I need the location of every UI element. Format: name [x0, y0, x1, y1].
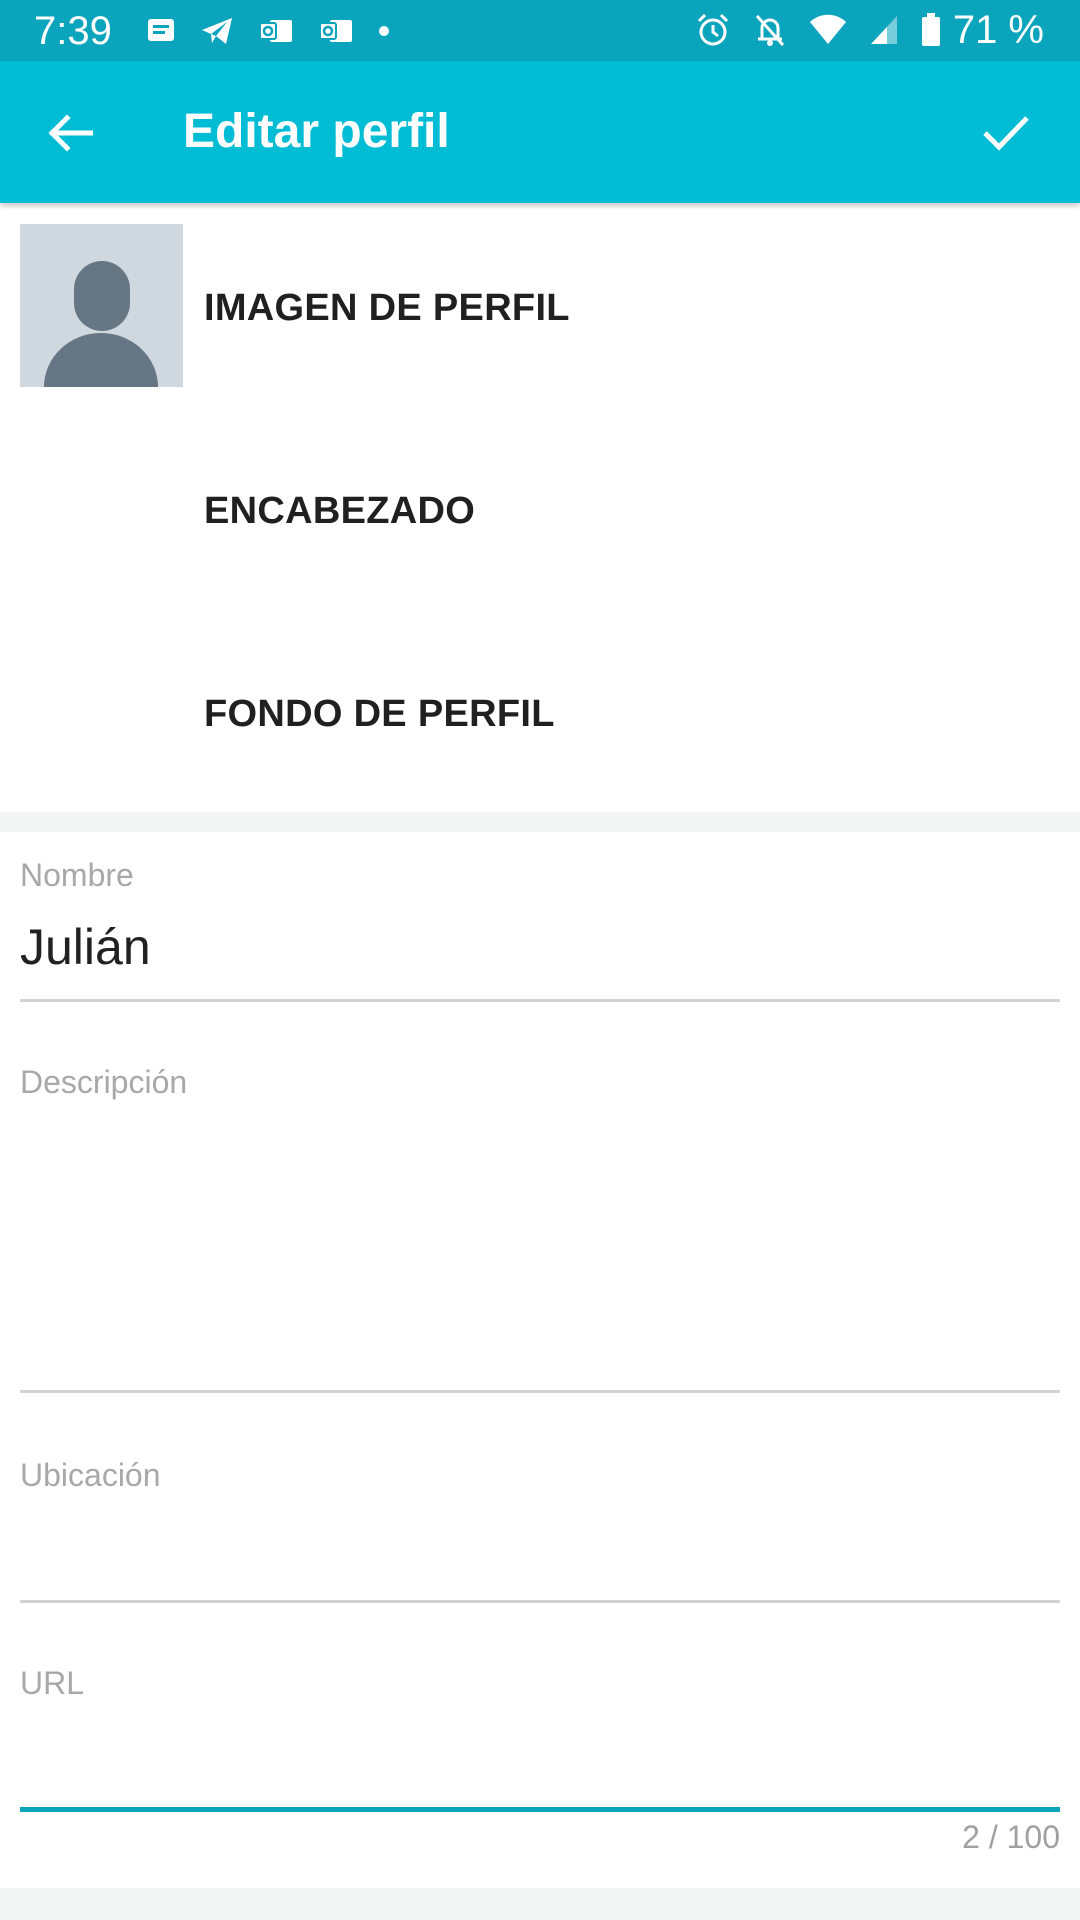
description-label: Descripción — [20, 1064, 188, 1100]
page-title: Editar perfil — [183, 105, 450, 158]
bottom-divider — [0, 1888, 1080, 1920]
description-field[interactable]: Descripción — [20, 1063, 1060, 1395]
save-button[interactable] — [966, 97, 1046, 169]
back-button[interactable] — [34, 97, 106, 169]
person-icon — [44, 261, 158, 387]
avatar — [20, 224, 183, 387]
name-input-value[interactable]: Julián — [20, 917, 151, 977]
dot-icon — [379, 26, 389, 36]
bell-off-icon — [755, 14, 784, 47]
description-underline — [20, 1390, 1060, 1393]
url-field[interactable]: URL — [20, 1664, 1060, 1820]
status-bar: 7:39 71 % — [0, 0, 1080, 61]
location-label: Ubicación — [20, 1457, 161, 1493]
header-image-label: ENCABEZADO — [204, 490, 476, 532]
section-divider — [0, 812, 1080, 832]
alarm-icon — [697, 13, 728, 46]
name-underline — [20, 999, 1060, 1002]
url-underline — [20, 1807, 1060, 1812]
battery-percent: 71 % — [952, 8, 1044, 52]
url-label: URL — [20, 1665, 85, 1701]
check-icon — [983, 116, 1029, 151]
app-bar: Editar perfil — [0, 61, 1080, 203]
battery-icon — [921, 13, 940, 46]
outlook-icon — [259, 20, 292, 42]
arrow-back-icon — [48, 114, 93, 152]
status-time: 7:39 — [34, 9, 112, 53]
header-image-option[interactable]: ENCABEZADO — [0, 427, 1080, 590]
location-field[interactable]: Ubicación — [20, 1456, 1060, 1606]
notification-icons — [146, 14, 414, 48]
wifi-icon — [809, 14, 846, 45]
location-underline — [20, 1600, 1060, 1603]
name-label: Nombre — [20, 857, 134, 893]
profile-image-label: IMAGEN DE PERFIL — [204, 287, 570, 329]
profile-image-option[interactable]: IMAGEN DE PERFIL — [0, 224, 1080, 387]
message-icon — [148, 19, 174, 41]
system-icons: 71 % — [673, 10, 1044, 50]
url-char-counter: 2 / 100 — [962, 1819, 1060, 1855]
profile-background-option[interactable]: FONDO DE PERFIL — [0, 630, 1080, 793]
profile-background-label: FONDO DE PERFIL — [204, 693, 555, 735]
outlook-icon — [319, 20, 352, 42]
signal-icon — [870, 16, 897, 44]
telegram-icon — [202, 18, 232, 44]
name-field[interactable]: Nombre Julián — [20, 856, 1060, 1004]
